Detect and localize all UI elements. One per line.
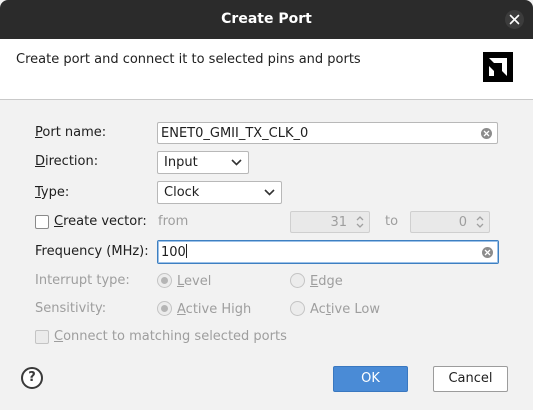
- interrupt-edge-radio[interactable]: [290, 273, 305, 288]
- direction-value: Input: [164, 155, 198, 170]
- dialog-header: Create port and connect it to selected p…: [0, 39, 533, 100]
- cancel-button[interactable]: Cancel: [433, 366, 508, 392]
- create-port-dialog: Create Port Create port and connect it t…: [0, 0, 533, 410]
- vector-from-value: 31: [330, 215, 347, 230]
- vector-from-label: from: [158, 214, 189, 229]
- interrupt-level-radio[interactable]: [157, 273, 172, 288]
- ok-button[interactable]: OK: [333, 366, 408, 392]
- close-button[interactable]: [505, 10, 524, 29]
- vector-to-label: to: [385, 214, 399, 229]
- port-name-field[interactable]: ENET0_GMII_TX_CLK_0: [157, 122, 498, 144]
- create-vector-checkbox[interactable]: [35, 215, 49, 229]
- amd-logo-icon: [483, 52, 513, 82]
- type-dropdown[interactable]: Clock: [157, 181, 282, 204]
- port-name-value: ENET0_GMII_TX_CLK_0: [161, 126, 309, 141]
- active-high-label: Active High: [177, 302, 252, 317]
- create-vector-label: Create vector:: [54, 214, 147, 229]
- vector-to-spinner[interactable]: 0: [410, 211, 490, 233]
- vector-to-value: 0: [458, 215, 467, 230]
- active-high-radio[interactable]: [157, 301, 172, 316]
- interrupt-type-label: Interrupt type:: [35, 273, 130, 288]
- title-bar[interactable]: Create Port: [0, 0, 533, 39]
- active-low-label: Active Low: [310, 302, 380, 317]
- dialog-description: Create port and connect it to selected p…: [16, 52, 361, 67]
- connect-matching-checkbox[interactable]: [35, 330, 49, 344]
- help-button[interactable]: ?: [21, 367, 43, 389]
- frequency-label: Frequency (MHz):: [35, 244, 149, 259]
- direction-label: Direction:: [35, 154, 99, 169]
- connect-matching-label: Connect to matching selected ports: [54, 329, 287, 344]
- close-icon: [509, 14, 520, 25]
- chevron-down-icon: [264, 189, 275, 196]
- spinner-arrows-icon[interactable]: [355, 214, 365, 230]
- sensitivity-label: Sensitivity:: [35, 301, 107, 316]
- vector-from-spinner[interactable]: 31: [290, 211, 370, 233]
- interrupt-edge-label: Edge: [310, 274, 343, 289]
- clear-icon[interactable]: [482, 247, 493, 258]
- frequency-value: 100: [161, 245, 186, 260]
- type-value: Clock: [164, 185, 200, 200]
- clear-icon[interactable]: [481, 128, 492, 139]
- type-label: Type:: [35, 185, 70, 200]
- chevron-down-icon: [231, 159, 242, 166]
- frequency-field[interactable]: 100: [157, 240, 499, 264]
- help-icon: ?: [28, 370, 36, 385]
- dialog-title: Create Port: [221, 11, 312, 27]
- interrupt-level-label: Level: [177, 274, 212, 289]
- spinner-arrows-icon[interactable]: [475, 214, 485, 230]
- text-caret: [185, 244, 187, 258]
- port-name-label: Port name:: [35, 125, 107, 140]
- active-low-radio[interactable]: [290, 301, 305, 316]
- direction-dropdown[interactable]: Input: [157, 151, 249, 174]
